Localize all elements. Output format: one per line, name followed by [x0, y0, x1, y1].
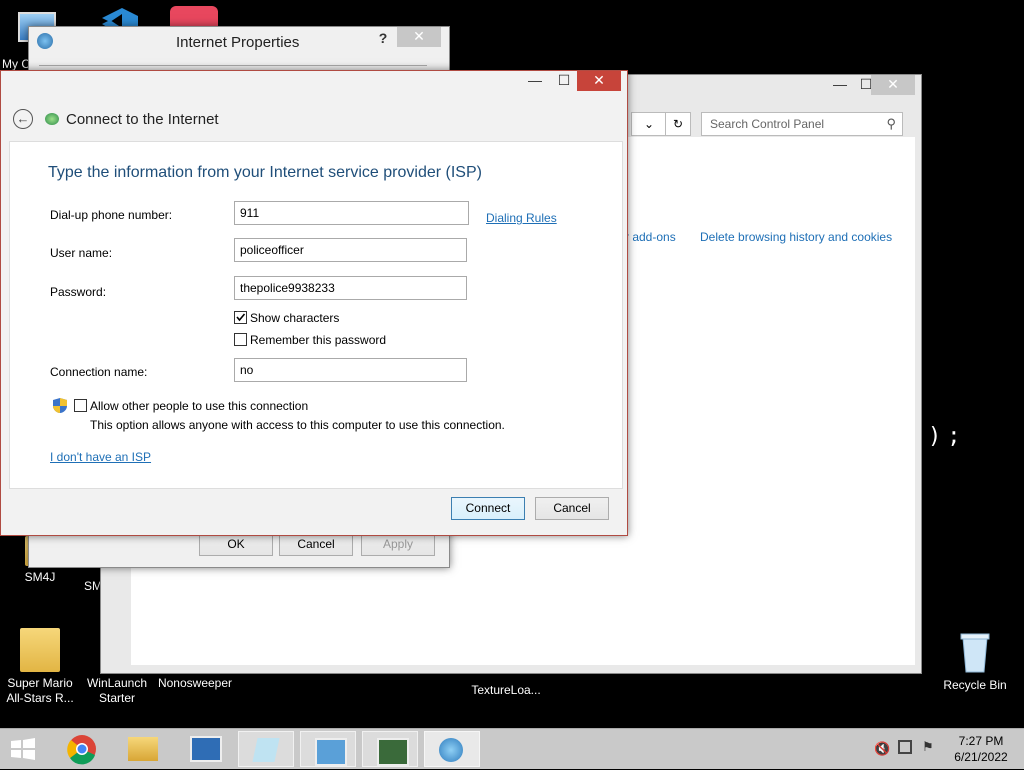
desktop-icon-label: Recycle Bin: [943, 678, 1007, 692]
close-button[interactable]: ✕: [577, 71, 621, 91]
help-button[interactable]: ?: [373, 29, 393, 49]
start-button[interactable]: [8, 737, 38, 761]
chevron-down-icon: ⌄: [643, 117, 655, 131]
dialog-title: Connect to the Internet: [66, 111, 219, 128]
apply-button[interactable]: Apply: [361, 533, 435, 556]
refresh-icon[interactable]: ↻: [665, 112, 691, 136]
close-button[interactable]: ✕: [871, 75, 915, 95]
taskbar: 🔇 ⚑ 7:27 PM 6/21/2022: [0, 728, 1024, 769]
clock[interactable]: 7:27 PM 6/21/2022: [946, 733, 1016, 765]
window-title: Internet Properties: [176, 34, 300, 51]
desktop-icon-recycle-bin[interactable]: Recycle Bin: [935, 630, 1015, 693]
windows-logo-icon: [11, 738, 35, 760]
cancel-button[interactable]: Cancel: [535, 497, 609, 520]
console-text: );: [928, 424, 967, 449]
desktop-icon-label: SM4J: [24, 570, 56, 584]
connection-name-field[interactable]: no: [234, 358, 467, 382]
maximize-button[interactable]: ☐: [551, 71, 577, 91]
desktop-icon-label: Super Mario All-Stars R...: [6, 676, 74, 705]
user-name-label: User name:: [50, 246, 113, 260]
no-isp-link[interactable]: I don't have an ISP: [50, 450, 151, 464]
minimize-button[interactable]: —: [521, 71, 549, 91]
volume-muted-icon[interactable]: 🔇: [874, 741, 890, 757]
isp-heading: Type the information from your Internet …: [48, 164, 482, 181]
show-characters-checkbox[interactable]: [234, 311, 247, 324]
phone-label: Dial-up phone number:: [50, 208, 173, 222]
search-control-panel-input[interactable]: Search Control Panel ⚲: [701, 112, 903, 136]
network-icon[interactable]: [898, 740, 912, 754]
keyboard-monitor-icon: [190, 736, 222, 762]
connect-button[interactable]: Connect: [451, 497, 525, 520]
taskbar-control-panel[interactable]: [300, 731, 356, 767]
allow-others-description: This option allows anyone with access to…: [90, 418, 505, 432]
dialing-rules-link[interactable]: Dialing Rules: [486, 211, 557, 225]
search-icon: ⚲: [886, 116, 896, 131]
clock-time: 7:27 PM: [958, 734, 1004, 748]
recycle-bin-icon: [959, 630, 991, 674]
desktop-icon-label: WinLaunch Starter: [86, 676, 148, 705]
allow-others-checkbox[interactable]: [74, 399, 87, 412]
form-panel: Type the information from your Internet …: [9, 141, 623, 489]
desktop-icon-super-mario[interactable]: Super Mario All-Stars R...: [0, 628, 80, 706]
desktop-icon-label: TextureLoa...: [471, 683, 541, 697]
control-panel-icon: [315, 738, 347, 766]
manage-addons-link[interactable]: r add-ons: [625, 230, 676, 244]
window-icon: [377, 738, 409, 766]
clock-date: 6/21/2022: [954, 750, 1008, 764]
remember-password-checkbox[interactable]: [234, 333, 247, 346]
globe-checklist-icon: [439, 738, 463, 762]
uac-shield-icon: [52, 397, 68, 414]
password-label: Password:: [50, 285, 107, 299]
desktop-icon-label: Nonosweeper: [157, 676, 233, 690]
allow-others-label[interactable]: Allow other people to use this connectio…: [90, 399, 308, 413]
taskbar-file-explorer[interactable]: [114, 731, 170, 767]
action-center-flag-icon[interactable]: ⚑: [922, 739, 934, 755]
delete-history-link[interactable]: Delete browsing history and cookies: [700, 230, 892, 244]
taskbar-internet-options[interactable]: [424, 731, 480, 767]
user-name-field[interactable]: policeofficer: [234, 238, 467, 262]
desktop-icon-textureloader[interactable]: TextureLoa...: [466, 683, 546, 697]
remember-password-label[interactable]: Remember this password: [250, 333, 386, 347]
close-button[interactable]: ✕: [397, 27, 441, 47]
chrome-icon: [67, 735, 96, 765]
ok-button[interactable]: OK: [199, 533, 273, 556]
taskbar-window-app[interactable]: [362, 731, 418, 767]
search-placeholder: Search Control Panel: [710, 117, 825, 131]
connect-to-internet-dialog[interactable]: — ☐ ✕ ← Connect to the Internet Type the…: [0, 70, 628, 536]
notepad-icon: [252, 738, 280, 762]
show-characters-label[interactable]: Show characters: [250, 311, 339, 325]
connection-name-label: Connection name:: [50, 365, 148, 379]
back-button[interactable]: ←: [13, 109, 33, 129]
password-field[interactable]: thepolice9938233: [234, 276, 467, 300]
taskbar-remote-desktop[interactable]: [176, 731, 232, 767]
phone-field[interactable]: 911: [234, 201, 469, 225]
folder-icon: [128, 737, 158, 761]
checkmark-icon: [236, 313, 246, 322]
folder-icon: [20, 628, 60, 672]
internet-options-icon: [37, 33, 53, 49]
cancel-button[interactable]: Cancel: [279, 533, 353, 556]
taskbar-chrome[interactable]: [54, 731, 110, 767]
minimize-button[interactable]: —: [827, 75, 853, 95]
desktop-icon-label-my-computer: My C: [2, 57, 30, 71]
taskbar-notepad[interactable]: [238, 731, 294, 767]
network-globe-icon: [45, 113, 59, 125]
address-dropdown[interactable]: ⌄: [631, 112, 667, 136]
